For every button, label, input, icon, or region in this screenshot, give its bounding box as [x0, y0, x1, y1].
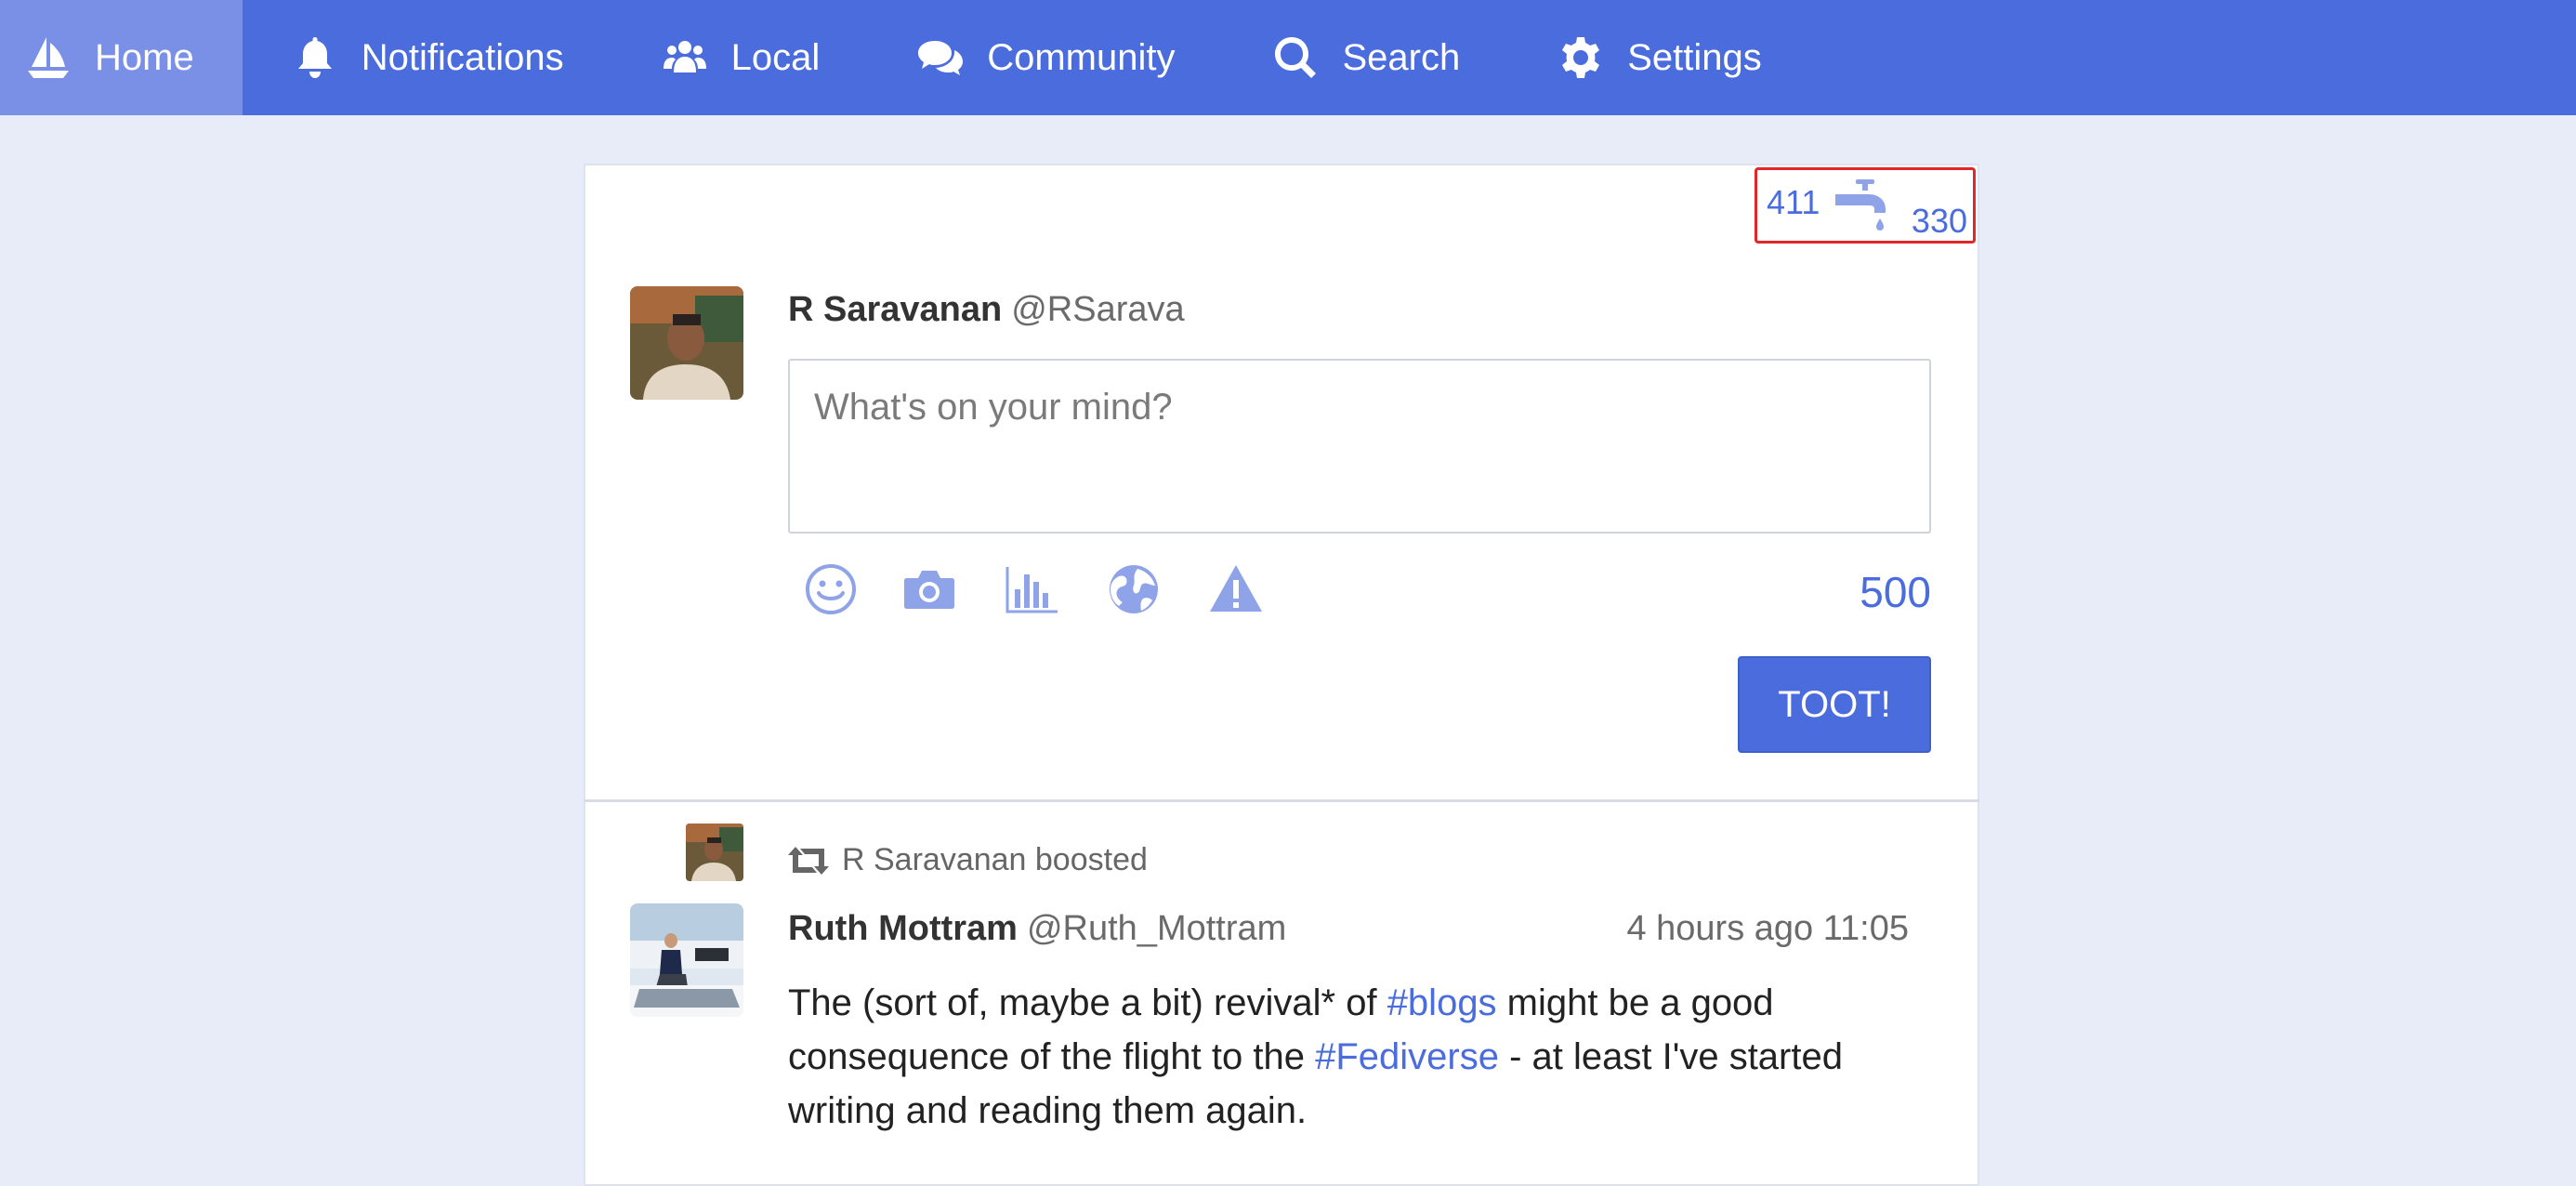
smile-icon [806, 564, 856, 614]
nav-local[interactable]: Local [612, 0, 869, 115]
status-content: The (sort of, maybe a bit) revival* of #… [788, 976, 1931, 1138]
character-counter: 500 [1860, 568, 1931, 616]
status-text: The (sort of, maybe a bit) revival* of [788, 982, 1387, 1023]
retweet-icon [788, 846, 829, 875]
top-nav: Home Notifications Local Community Searc… [0, 0, 2576, 115]
boosted-by-label: R Saravanan boosted [842, 842, 1148, 877]
hashtag-link[interactable]: #Fediverse [1315, 1036, 1499, 1077]
nav-settings[interactable]: Settings [1508, 0, 1810, 115]
status-author-name[interactable]: Ruth Mottram [788, 909, 1018, 948]
emoji-button[interactable] [803, 561, 859, 617]
search-icon [1271, 33, 1320, 82]
toot-button[interactable]: TOOT! [1738, 656, 1931, 753]
status-author: Ruth Mottram @Ruth_Mottram [788, 909, 1286, 949]
status-timestamp[interactable]: 4 hours ago 11:05 [1626, 909, 1909, 949]
poll-button[interactable] [1004, 561, 1059, 617]
gear-icon [1557, 33, 1605, 82]
nav-home[interactable]: Home [0, 0, 243, 115]
status-author-handle[interactable]: @Ruth_Mottram [1027, 909, 1286, 948]
boost-indicator: R Saravanan boosted [788, 842, 1148, 878]
nav-label: Settings [1627, 36, 1762, 78]
nav-notifications[interactable]: Notifications [243, 0, 612, 115]
counter-right: 330 [1911, 202, 1967, 240]
status-author-avatar[interactable] [630, 903, 743, 1017]
composer-divider [584, 799, 1979, 802]
booster-avatar[interactable] [686, 824, 743, 881]
nav-community[interactable]: Community [868, 0, 1223, 115]
composer-author: R Saravanan @RSarava [788, 290, 1185, 330]
camera-icon [904, 571, 954, 609]
composer-display-name: R Saravanan [788, 290, 1003, 329]
globe-icon [1110, 565, 1158, 613]
faucet-icon [1832, 176, 1893, 237]
warning-icon [1210, 565, 1262, 612]
content-warning-button[interactable] [1208, 561, 1264, 617]
instance-counters[interactable]: 411 330 [1755, 167, 1976, 244]
nav-label: Notifications [361, 36, 564, 78]
media-button[interactable] [901, 561, 957, 617]
sailboat-icon [24, 33, 72, 82]
composer-avatar[interactable] [630, 286, 743, 400]
comments-icon [916, 33, 965, 82]
hashtag-link[interactable]: #blogs [1387, 982, 1497, 1023]
visibility-button[interactable] [1106, 561, 1162, 617]
bell-icon [291, 33, 339, 82]
counter-left: 411 [1767, 183, 1820, 221]
nav-label: Community [987, 36, 1176, 78]
users-icon [661, 33, 709, 82]
composer-handle: @RSarava [1011, 290, 1185, 329]
nav-label: Local [730, 36, 821, 78]
compose-input[interactable] [788, 359, 1931, 534]
nav-label: Search [1342, 36, 1461, 78]
poll-icon [1005, 567, 1058, 613]
nav-label: Home [95, 36, 194, 78]
nav-search[interactable]: Search [1223, 0, 1508, 115]
